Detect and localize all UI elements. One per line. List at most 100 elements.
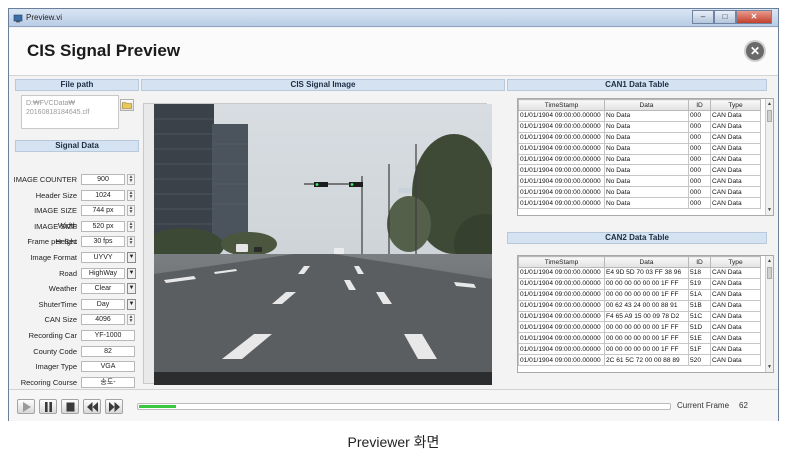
stop-button[interactable] xyxy=(61,399,79,414)
table-row[interactable]: 01/01/1904 09:00:00.00000 No Data 000 CAN D… xyxy=(518,164,761,177)
table-row[interactable]: 01/01/1904 09:00:00.00000 No Data 000 CAN D… xyxy=(518,186,761,199)
signal-value-field[interactable]: 520 px xyxy=(81,220,125,232)
signal-value-field[interactable]: 4096 xyxy=(81,314,125,326)
column-header[interactable]: ID xyxy=(688,99,711,111)
table-cell: 01/01/1904 09:00:00.00000 xyxy=(518,343,605,356)
table-row[interactable]: 01/01/1904 09:00:00.00000 No Data 000 CAN D… xyxy=(518,142,761,155)
table-row[interactable]: 01/01/1904 09:00:00.00000 00 00 00 00 00 … xyxy=(518,321,761,334)
table-cell: No Data xyxy=(604,131,689,144)
spinner-icon[interactable]: ▲ ▼ xyxy=(127,189,135,201)
table-cell: CAN Data xyxy=(710,343,761,356)
dropdown-arrow-icon[interactable]: ▼ xyxy=(127,298,136,310)
signal-value-field[interactable]: 1024 xyxy=(81,189,125,201)
scroll-down-icon[interactable]: ▼ xyxy=(766,363,773,371)
column-header[interactable]: Type xyxy=(710,99,761,111)
column-header[interactable]: TimeStamp xyxy=(518,99,605,111)
browse-folder-button[interactable] xyxy=(120,99,134,111)
table-cell: 51F xyxy=(688,343,711,356)
can2-scrollbar[interactable]: ▲ ▼ xyxy=(765,256,773,372)
frame-progress-slider[interactable] xyxy=(137,403,671,410)
spinner-icon[interactable]: ▲ ▼ xyxy=(127,236,135,248)
table-row[interactable]: 01/01/1904 09:00:00.00000 2C 61 5C 72 00 … xyxy=(518,354,761,367)
window-controls: – □ ✕ xyxy=(692,10,772,24)
table-row[interactable]: 01/01/1904 09:00:00.00000 No Data 000 CAN D… xyxy=(518,197,761,210)
table-row[interactable]: 01/01/1904 09:00:00.00000 00 00 00 00 00 … xyxy=(518,332,761,345)
table-cell: 520 xyxy=(688,354,711,367)
table-row[interactable]: 01/01/1904 09:00:00.00000 No Data 000 CAN D… xyxy=(518,175,761,188)
cis-image-panel xyxy=(143,103,492,385)
column-header[interactable]: Type xyxy=(710,256,761,268)
signal-label: Weather xyxy=(48,284,77,294)
table-cell: 01/01/1904 09:00:00.00000 xyxy=(518,142,605,155)
table-row[interactable]: 01/01/1904 09:00:00.00000 00 00 00 00 00 … xyxy=(518,288,761,301)
signal-value-field[interactable]: Clear xyxy=(81,283,125,295)
signal-value-field[interactable]: HighWay xyxy=(81,267,125,279)
scroll-up-icon[interactable]: ▲ xyxy=(766,100,773,108)
dropdown-arrow-icon[interactable]: ▼ xyxy=(127,267,136,279)
signal-row: Recoring Course 송도- xyxy=(13,375,143,390)
table-cell: 01/01/1904 09:00:00.00000 xyxy=(518,277,605,290)
scroll-up-icon[interactable]: ▲ xyxy=(766,257,773,265)
signal-row: Road HighWay ▼ xyxy=(13,266,143,281)
column-header[interactable]: Data xyxy=(604,99,689,111)
column-header[interactable]: Data xyxy=(604,256,689,268)
table-row[interactable]: 01/01/1904 09:00:00.00000 00 00 00 00 00 … xyxy=(518,343,761,356)
spinner-icon[interactable]: ▲ ▼ xyxy=(127,205,135,217)
app-header: CIS Signal Preview ✕ xyxy=(9,28,778,76)
dropdown-arrow-icon[interactable]: ▼ xyxy=(127,252,136,263)
signal-row: ShuterTime Day ▼ xyxy=(13,297,143,312)
signal-value-field[interactable]: 송도- xyxy=(81,376,135,388)
signal-value-field[interactable]: UYVY xyxy=(81,252,125,263)
spinner-icon[interactable]: ▲ ▼ xyxy=(127,220,135,232)
can1-table-panel: TimeStamp Data ID Type 01/01/1904 09:00:00.0… xyxy=(517,98,774,216)
signal-value-field[interactable]: 30 fps xyxy=(81,236,125,248)
table-row[interactable]: 01/01/1904 09:00:00.00000 No Data 000 CAN D… xyxy=(518,110,761,122)
maximize-button[interactable]: □ xyxy=(714,10,736,24)
scroll-down-icon[interactable]: ▼ xyxy=(766,206,773,214)
column-header[interactable]: ID xyxy=(688,256,711,268)
rewind-icon xyxy=(87,402,98,412)
signal-value-field[interactable]: 744 px xyxy=(81,205,125,217)
signal-label: ShuterTime xyxy=(38,299,78,309)
column-header[interactable]: TimeStamp xyxy=(518,256,605,268)
spinner-icon[interactable]: ▲ ▼ xyxy=(127,314,135,326)
scroll-thumb[interactable] xyxy=(767,110,772,122)
table-row[interactable]: 01/01/1904 09:00:00.00000 E4 9D 5D 70 03 … xyxy=(518,267,761,279)
signal-label: Recoring Course xyxy=(20,377,77,387)
table-cell: 01/01/1904 09:00:00.00000 xyxy=(518,267,605,279)
signal-value-field[interactable]: Day xyxy=(81,298,125,310)
minimize-button[interactable]: – xyxy=(692,10,714,24)
signal-value-field[interactable]: 900 xyxy=(81,174,125,185)
signal-row: IMAGE SIZE Width 744 px ▲ ▼ xyxy=(13,203,143,230)
table-cell: 01/01/1904 09:00:00.00000 xyxy=(518,332,605,345)
scroll-thumb[interactable] xyxy=(767,267,772,279)
rewind-button[interactable] xyxy=(83,399,101,414)
file-path-field[interactable]: D:₩FVCData₩ 20160818184645.clf xyxy=(21,95,119,129)
fast-forward-button[interactable] xyxy=(105,399,123,414)
signal-label: Header Size xyxy=(35,190,77,200)
table-cell: 01/01/1904 09:00:00.00000 xyxy=(518,120,605,133)
close-circle-button[interactable]: ✕ xyxy=(744,40,766,62)
table-row[interactable]: 01/01/1904 09:00:00.00000 No Data 000 CAN D… xyxy=(518,153,761,166)
table-cell: No Data xyxy=(604,120,689,133)
table-cell: 51B xyxy=(688,299,711,312)
pause-button[interactable] xyxy=(39,399,57,414)
dropdown-arrow-icon[interactable]: ▼ xyxy=(127,283,136,295)
current-frame-label: Current Frame xyxy=(677,401,730,410)
table-row[interactable]: 01/01/1904 09:00:00.00000 00 62 43 24 00 … xyxy=(518,299,761,312)
table-cell: CAN Data xyxy=(710,197,761,210)
window-close-button[interactable]: ✕ xyxy=(736,10,772,24)
table-row[interactable]: 01/01/1904 09:00:00.00000 No Data 000 CAN D… xyxy=(518,131,761,144)
signal-value-field[interactable]: 82 xyxy=(81,345,135,357)
table-row[interactable]: 01/01/1904 09:00:00.00000 F4 65 A9 15 00 … xyxy=(518,310,761,323)
table-row[interactable]: 01/01/1904 09:00:00.00000 No Data 000 CAN D… xyxy=(518,120,761,133)
signal-value-field[interactable]: YF-1000 xyxy=(81,330,135,341)
table-row[interactable]: 01/01/1904 09:00:00.00000 00 00 00 00 00 … xyxy=(518,277,761,290)
signal-label: Imager Type xyxy=(35,362,77,372)
can1-scrollbar[interactable]: ▲ ▼ xyxy=(765,99,773,215)
play-button[interactable] xyxy=(17,399,35,414)
signal-label: County Code xyxy=(33,346,77,356)
signal-value-field[interactable]: VGA xyxy=(81,361,135,373)
spinner-icon[interactable]: ▲ ▼ xyxy=(127,174,135,185)
signal-row: County Code 82 xyxy=(13,344,143,359)
